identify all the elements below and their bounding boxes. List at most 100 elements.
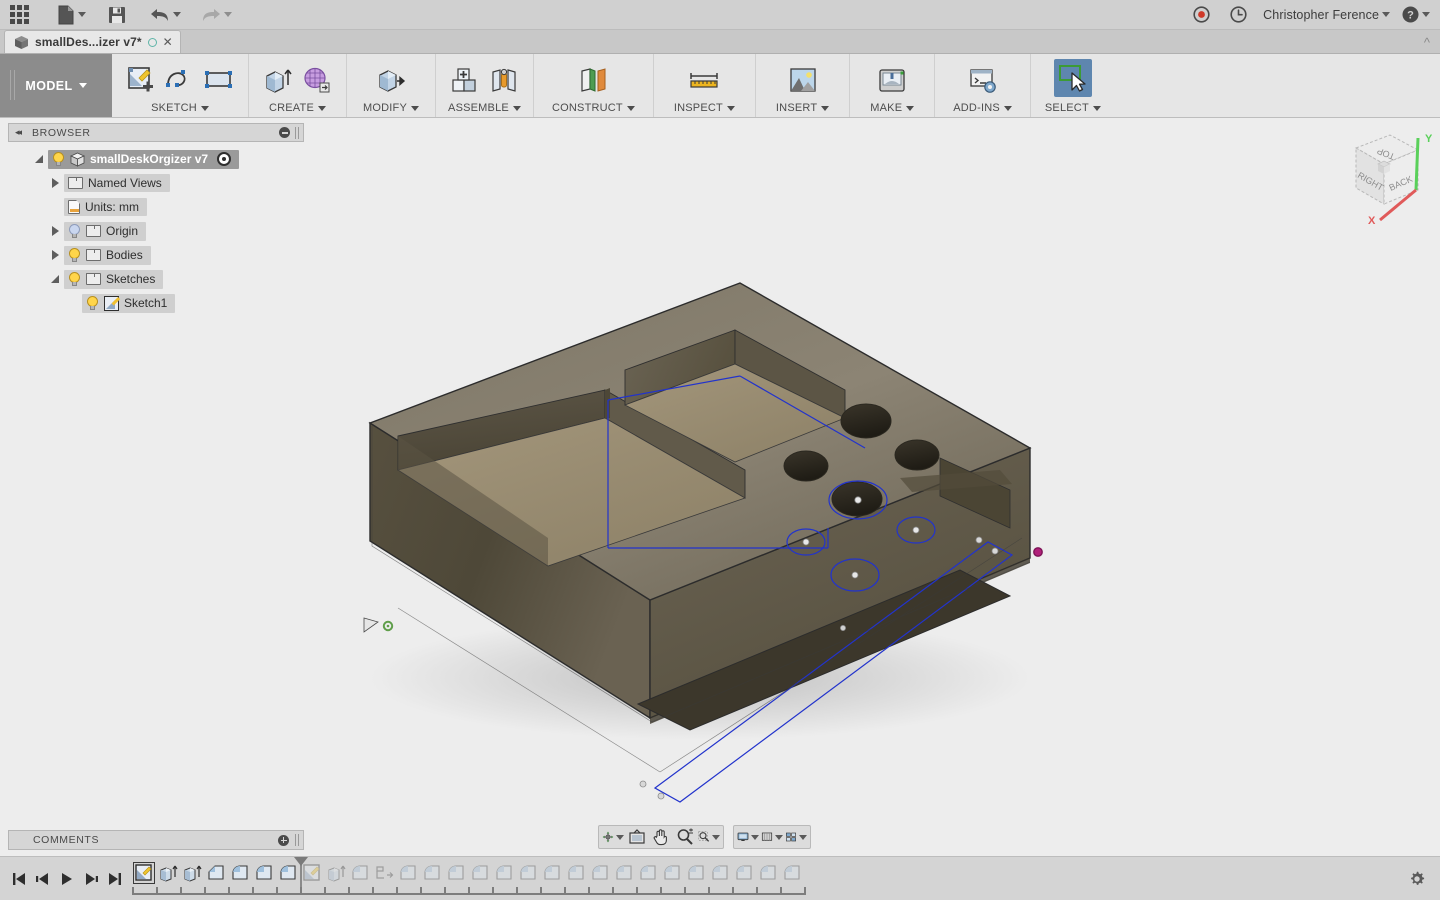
workspace-selector[interactable]: MODEL xyxy=(0,54,112,117)
browser-item-units[interactable]: Units: mm xyxy=(8,195,304,219)
light-bulb-icon[interactable] xyxy=(86,295,99,311)
timeline-feature-fillet[interactable] xyxy=(468,861,492,885)
insert-panel-label[interactable]: INSERT xyxy=(776,102,830,114)
sketch-panel-label[interactable]: SKETCH xyxy=(151,102,209,114)
browser-item-sketch1-chip[interactable]: Sketch1 xyxy=(82,293,176,313)
press-pull-tool[interactable] xyxy=(374,63,408,97)
comments-panel[interactable]: COMMENTS xyxy=(8,830,304,850)
create-form-tool[interactable] xyxy=(300,63,334,97)
insert-mcmaster-tool[interactable] xyxy=(786,63,820,97)
viewports-button[interactable] xyxy=(785,827,807,847)
sketch-point-2[interactable] xyxy=(802,538,810,546)
select-panel-label[interactable]: SELECT xyxy=(1045,102,1101,114)
app-grid-button[interactable] xyxy=(8,3,39,27)
sketch-endpoint[interactable] xyxy=(1033,547,1043,557)
look-at-button[interactable] xyxy=(626,827,648,847)
fit-button[interactable] xyxy=(698,827,720,847)
redo-button[interactable] xyxy=(197,3,236,27)
timeline-feature-fillet[interactable] xyxy=(348,861,372,885)
sketch-point-5[interactable] xyxy=(975,536,983,544)
circle-plus-icon[interactable] xyxy=(278,834,289,846)
jump-to-beginning-button[interactable] xyxy=(8,867,30,891)
timeline-feature-fillet[interactable] xyxy=(684,861,708,885)
double-chevron-left-icon[interactable]: ◂◂ xyxy=(15,127,22,138)
spline-tool[interactable] xyxy=(163,63,197,97)
new-file-button[interactable] xyxy=(53,3,90,27)
sketch-point-6[interactable] xyxy=(991,547,999,555)
sketch-point-4[interactable] xyxy=(851,571,859,579)
twisty-open-icon[interactable] xyxy=(30,155,48,163)
jump-to-end-button[interactable] xyxy=(104,867,126,891)
joint-tool[interactable] xyxy=(487,63,521,97)
grip-handle-icon[interactable] xyxy=(295,126,299,139)
timeline-feature-sketch[interactable] xyxy=(132,861,156,885)
sketch-point-8[interactable] xyxy=(657,792,665,800)
sketch-point-7[interactable] xyxy=(639,780,647,788)
timeline-feature-fillet[interactable] xyxy=(612,861,636,885)
timeline-feature-fillet[interactable] xyxy=(516,861,540,885)
timeline-feature-fillet[interactable] xyxy=(540,861,564,885)
timeline-feature-extrude[interactable] xyxy=(324,861,348,885)
chevron-up-icon[interactable]: ^ xyxy=(1424,35,1430,50)
3d-print-tool[interactable] xyxy=(875,63,909,97)
origin-point[interactable] xyxy=(382,620,394,632)
new-component-tool[interactable] xyxy=(448,63,482,97)
job-status-button[interactable] xyxy=(1226,3,1251,27)
timeline-feature-fillet[interactable] xyxy=(492,861,516,885)
orbit-button[interactable] xyxy=(602,827,624,847)
browser-item-origin-chip[interactable]: Origin xyxy=(64,221,147,241)
twisty-closed-icon[interactable] xyxy=(46,178,64,188)
timeline-feature-fillet[interactable] xyxy=(396,861,420,885)
sync-circle-icon[interactable] xyxy=(147,37,157,47)
timeline-playhead[interactable] xyxy=(294,856,308,887)
viewport-canvas[interactable]: TOP RIGHT BACK Y X ◂◂ BROWSER smallDeskO… xyxy=(0,118,1440,856)
record-button[interactable] xyxy=(1189,3,1214,27)
sketch-point-9[interactable] xyxy=(840,625,846,631)
select-tool[interactable] xyxy=(1053,59,1092,97)
timeline-feature-fillet[interactable] xyxy=(732,861,756,885)
browser-item-origin[interactable]: Origin xyxy=(8,219,304,243)
scripts-addins-tool[interactable] xyxy=(966,63,1000,97)
timeline-feature-shell[interactable] xyxy=(372,861,396,885)
timeline-feature-fillet[interactable] xyxy=(252,861,276,885)
light-bulb-icon[interactable] xyxy=(52,151,65,167)
light-bulb-icon[interactable] xyxy=(68,247,81,263)
grid-snaps-button[interactable] xyxy=(761,827,783,847)
timeline-feature-fillet[interactable] xyxy=(444,861,468,885)
play-button[interactable] xyxy=(56,867,78,891)
twisty-closed-icon[interactable] xyxy=(46,226,64,236)
timeline-feature-extrude[interactable] xyxy=(156,861,180,885)
timeline-feature-fillet[interactable] xyxy=(204,861,228,885)
display-settings-button[interactable] xyxy=(737,827,759,847)
timeline-feature-fillet[interactable] xyxy=(636,861,660,885)
timeline-feature-fillet[interactable] xyxy=(780,861,804,885)
browser-item-named-views-chip[interactable]: Named Views xyxy=(64,174,170,192)
pan-button[interactable] xyxy=(650,827,672,847)
browser-item-sketch1[interactable]: Sketch1 xyxy=(8,291,304,315)
zoom-button[interactable] xyxy=(674,827,696,847)
make-panel-label[interactable]: MAKE xyxy=(870,102,915,114)
assemble-panel-label[interactable]: ASSEMBLE xyxy=(448,102,521,114)
inspect-panel-label[interactable]: INSPECT xyxy=(674,102,735,114)
construct-panel-label[interactable]: CONSTRUCT xyxy=(552,102,635,114)
undo-button[interactable] xyxy=(146,3,185,27)
view-cube[interactable]: TOP RIGHT BACK Y X xyxy=(1314,120,1432,238)
timeline-feature-fillet[interactable] xyxy=(660,861,684,885)
browser-item-sketches[interactable]: Sketches xyxy=(8,267,304,291)
extrude-tool[interactable] xyxy=(261,63,295,97)
modify-panel-label[interactable]: MODIFY xyxy=(363,102,419,114)
sketch-point-1[interactable] xyxy=(854,496,862,504)
step-forward-button[interactable] xyxy=(80,867,102,891)
help-menu[interactable]: ? xyxy=(1402,6,1430,23)
offset-plane-tool[interactable] xyxy=(576,63,610,97)
browser-item-sketches-chip[interactable]: Sketches xyxy=(64,269,164,289)
addins-panel-label[interactable]: ADD-INS xyxy=(953,102,1012,114)
target-icon[interactable] xyxy=(217,152,232,166)
twisty-closed-icon[interactable] xyxy=(46,250,64,260)
browser-item-named-views[interactable]: Named Views xyxy=(8,171,304,195)
timeline-track[interactable] xyxy=(132,856,1404,899)
circle-minus-icon[interactable] xyxy=(279,127,290,138)
document-tab[interactable]: smallDes...izer v7* ✕ xyxy=(4,30,181,53)
create-panel-label[interactable]: CREATE xyxy=(269,102,326,114)
browser-item-root[interactable]: smallDeskOrgizer v7 xyxy=(8,147,304,171)
